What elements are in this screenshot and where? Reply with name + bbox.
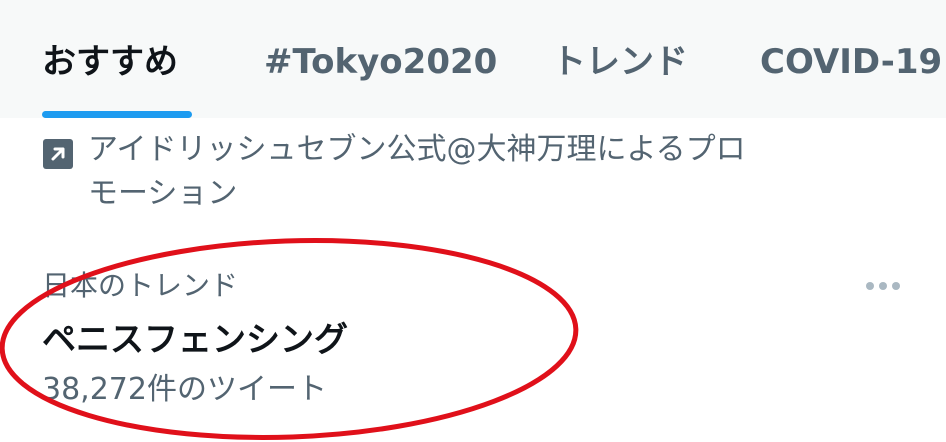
- tab-recommended[interactable]: おすすめ: [42, 36, 178, 88]
- trend-context: 日本のトレンド: [42, 269, 239, 302]
- trend-name[interactable]: ペニスフェンシング: [42, 316, 348, 364]
- trend-tweet-count: 38,272件のツイート: [42, 372, 327, 407]
- promoted-arrow-icon: [43, 139, 73, 169]
- promoted-by-text: アイドリッシュセブン公式@大神万理によるプロモーション: [88, 132, 746, 211]
- tab-covid19[interactable]: COVID-19: [760, 36, 942, 88]
- more-dots-icon[interactable]: [858, 270, 908, 302]
- tab-trending[interactable]: トレンド: [552, 36, 688, 88]
- screen: おすすめ #Tokyo2020 トレンド COVID-19 アイドリッシュセブン…: [0, 0, 946, 442]
- tab-bar: おすすめ #Tokyo2020 トレンド COVID-19: [0, 0, 946, 118]
- tab-tokyo2020[interactable]: #Tokyo2020: [264, 36, 497, 88]
- trend-item[interactable]: 日本のトレンド ペニスフェンシング 38,272件のツイート: [0, 250, 946, 420]
- active-tab-indicator: [42, 111, 192, 118]
